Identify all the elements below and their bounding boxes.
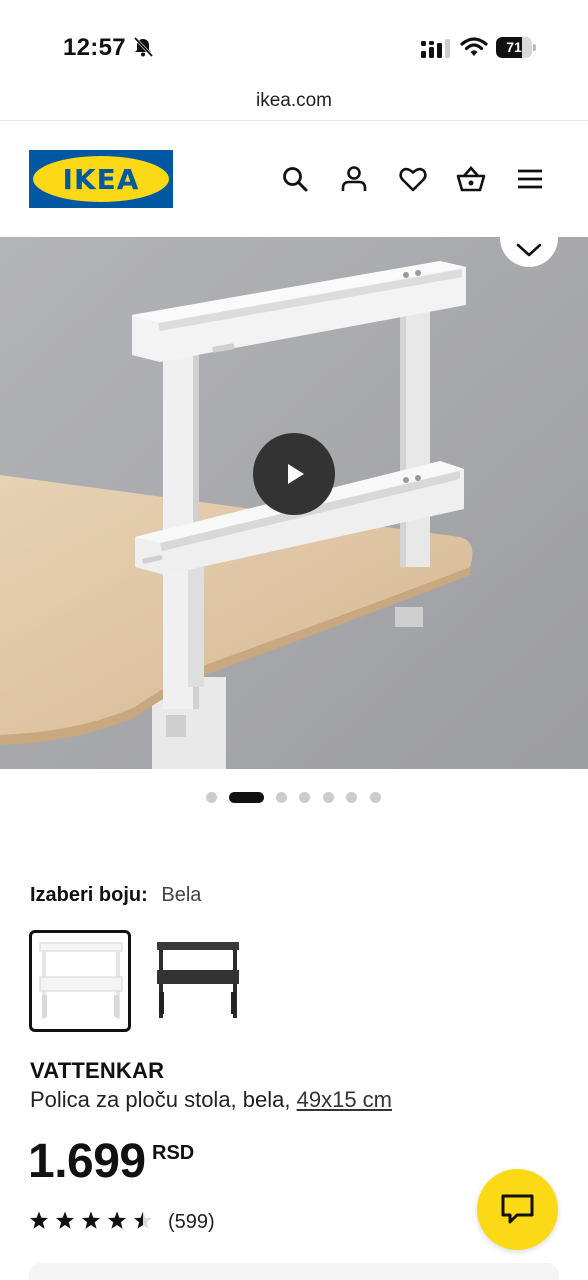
product-name: VATTENKAR	[30, 1058, 165, 1083]
status-time: 12:57	[63, 34, 126, 61]
play-icon	[288, 464, 304, 484]
color-swatch-black[interactable]	[151, 930, 253, 1032]
battery-level: 71	[506, 39, 522, 55]
color-label: Izaberi boju:	[30, 884, 148, 906]
logo-text: IKEA	[63, 163, 140, 196]
product-description: Polica za ploču stola, bela, 49x15 cm	[30, 1087, 392, 1113]
star-filled	[55, 1211, 75, 1229]
account-icon[interactable]	[339, 164, 369, 194]
review-count[interactable]: (599)	[168, 1211, 215, 1234]
save-to-list-button[interactable]	[500, 237, 558, 267]
heart-icon[interactable]	[398, 164, 428, 194]
ikea-logo-mark: IKEA	[29, 150, 173, 208]
gallery-dot[interactable]	[276, 792, 287, 803]
status-bar: 12:57 71	[0, 0, 588, 84]
color-swatch-white[interactable]	[29, 930, 131, 1032]
star-filled	[81, 1211, 101, 1229]
search-icon[interactable]	[280, 164, 310, 194]
chat-button[interactable]	[477, 1169, 558, 1250]
bell-muted-icon	[133, 36, 154, 58]
chat-icon	[501, 1194, 534, 1224]
menu-icon[interactable]	[515, 164, 545, 194]
selected-color: Bela	[161, 884, 202, 906]
cellular-signal-icon	[421, 39, 450, 58]
wifi-icon	[460, 37, 488, 56]
gallery-dot[interactable]	[370, 792, 381, 803]
gallery-dot[interactable]	[299, 792, 310, 803]
play-video-button[interactable]	[253, 433, 335, 515]
chevron-down-icon	[516, 243, 542, 257]
gallery-dot[interactable]	[206, 792, 217, 803]
price-currency: RSD	[152, 1142, 195, 1164]
star-filled	[107, 1211, 127, 1229]
gallery-dot[interactable]	[346, 792, 357, 803]
product-dimensions-link[interactable]: 49x15 cm	[297, 1087, 392, 1112]
product-price: 1.699	[28, 1135, 146, 1188]
rating-stars	[29, 1211, 153, 1229]
black-shelf-thumbnail	[157, 942, 239, 1018]
gallery-pagination	[0, 791, 588, 805]
star-filled	[29, 1211, 49, 1229]
product-gallery[interactable]	[0, 237, 588, 769]
basket-icon[interactable]	[456, 164, 486, 194]
site-header: IKEA	[0, 122, 588, 237]
gallery-dot[interactable]	[323, 792, 334, 803]
white-shelf-thumbnail	[39, 942, 123, 1019]
gallery-dot-active[interactable]	[229, 792, 264, 803]
product-type: Polica za ploču stola, bela,	[30, 1087, 291, 1112]
browser-url[interactable]: ikea.com	[0, 90, 588, 112]
info-card	[29, 1263, 559, 1280]
color-selector: Izaberi boju: Bela	[30, 884, 201, 907]
ikea-logo[interactable]: IKEA	[29, 150, 173, 208]
browser-address-bar[interactable]: ikea.com	[0, 84, 588, 121]
battery-indicator: 71	[496, 37, 536, 58]
